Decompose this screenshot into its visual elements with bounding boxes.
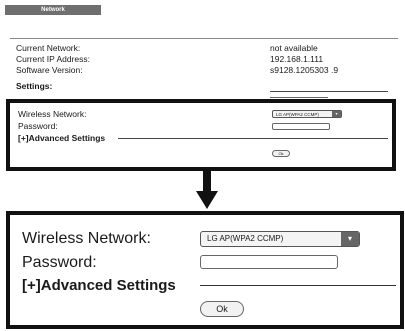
wireless-network-label: Wireless Network: [18, 109, 87, 119]
password-field[interactable] [272, 123, 330, 130]
tab-network[interactable]: Network [5, 5, 101, 15]
wireless-network-selected: LG AP(WPA2 CCMP) [207, 234, 284, 243]
arrow-down-icon [196, 171, 218, 209]
current-network-value: not available [270, 43, 318, 53]
settings-heading: Settings: [16, 81, 53, 91]
password-label: Password: [18, 121, 58, 131]
ok-button[interactable]: Ok [200, 301, 244, 317]
password-field[interactable] [200, 255, 338, 269]
password-label: Password: [22, 254, 97, 271]
current-ip-label: Current IP Address: [16, 54, 91, 64]
settings-panel-small: Wireless Network: LG AP(WPA2 CCMP) ▾ Pas… [6, 99, 396, 171]
divider [270, 91, 388, 92]
wireless-network-label: Wireless Network: [22, 230, 151, 247]
advanced-settings-toggle[interactable]: [+]Advanced Settings [22, 276, 176, 296]
advanced-settings-toggle[interactable]: [+]Advanced Settings [18, 133, 105, 143]
wireless-network-selected: LG AP(WPA2 CCMP) [276, 112, 319, 117]
current-ip-value: 192.168.1.111 [270, 54, 324, 64]
divider [118, 138, 388, 139]
divider [270, 97, 328, 98]
triangle-down-icon: ▾ [341, 232, 359, 246]
software-version-label: Software Version: [16, 65, 83, 75]
triangle-down-icon: ▾ [332, 111, 341, 117]
software-version-value: s9128.1205303 .9 [270, 65, 339, 75]
divider [200, 285, 396, 286]
wireless-network-select[interactable]: LG AP(WPA2 CCMP) ▾ [272, 110, 342, 118]
settings-panel-large: Wireless Network: LG AP(WPA2 CCMP) ▾ Pas… [6, 211, 404, 329]
current-network-label: Current Network: [16, 43, 81, 53]
ok-button[interactable]: Ok [272, 150, 290, 157]
wireless-network-select[interactable]: LG AP(WPA2 CCMP) ▾ [200, 231, 360, 247]
